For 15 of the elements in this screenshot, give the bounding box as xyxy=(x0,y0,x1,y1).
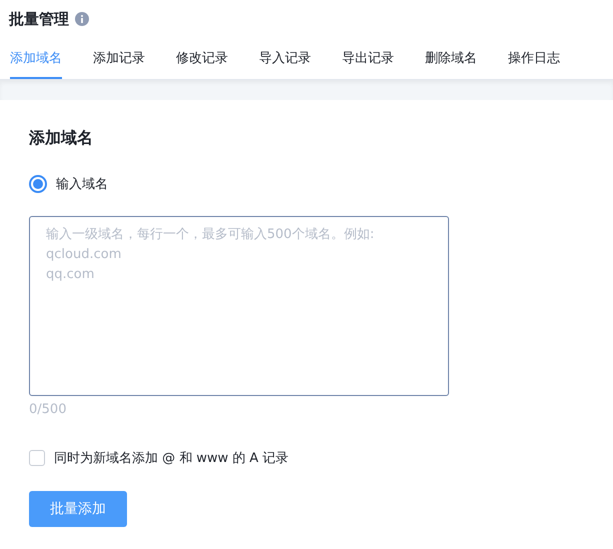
character-counter: 0/500 xyxy=(29,402,66,417)
tab[interactable]: 删除域名 xyxy=(425,49,477,79)
checkbox-label: 同时为新域名添加 @ 和 www 的 A 记录 xyxy=(54,450,289,467)
tab[interactable]: 添加记录 xyxy=(93,49,145,79)
checkbox[interactable] xyxy=(29,450,45,466)
info-icon[interactable] xyxy=(75,12,89,26)
tab[interactable]: 操作日志 xyxy=(508,49,560,79)
tab[interactable]: 导入记录 xyxy=(259,49,311,79)
tab[interactable]: 修改记录 xyxy=(176,49,228,79)
radio-button[interactable] xyxy=(29,175,47,193)
radio-label: 输入域名 xyxy=(56,176,108,193)
domains-field[interactable]: 输入一级域名，每行一个，最多可输入500个域名。例如: qcloud.com qq.com xyxy=(29,216,449,396)
section-heading: 添加域名 xyxy=(29,128,93,149)
page-title: 批量管理 xyxy=(9,10,69,28)
tab[interactable]: 导出记录 xyxy=(342,49,394,79)
